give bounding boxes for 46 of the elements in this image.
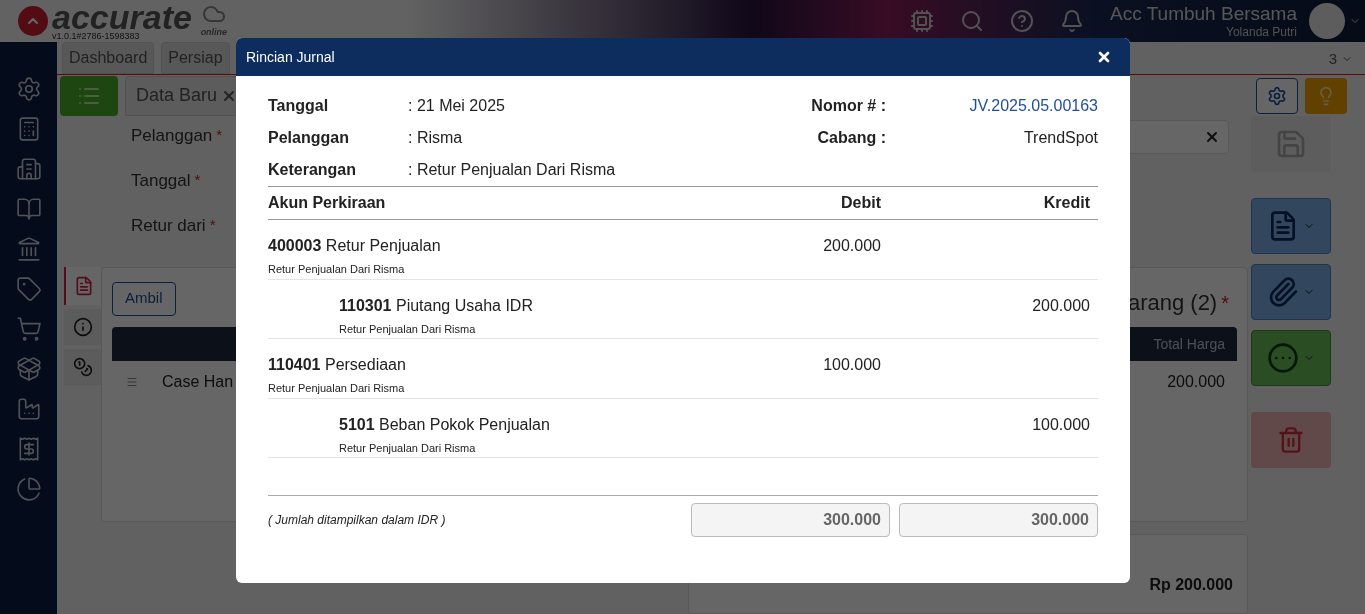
required-mark: * (194, 170, 201, 191)
user-name: Yolanda Putri (1226, 25, 1297, 41)
required-mark: * (209, 215, 216, 236)
field-label: Tanggal (131, 169, 191, 192)
field-label: Retur dari (131, 214, 206, 237)
info-label: Tanggal (268, 96, 330, 116)
column-header: Total Harga (1153, 334, 1225, 354)
account-name: 110401 Persediaan (268, 355, 407, 375)
info-label: Pelanggan (268, 128, 350, 148)
debit-amount: 100.000 (822, 355, 881, 375)
required-mark: * (216, 125, 223, 146)
currency-note: ( Jumlah ditampilkan dalam IDR ) (268, 512, 446, 529)
dialog-title: Rincian Jurnal (246, 47, 335, 67)
table-cell-text: Case Han (162, 372, 234, 392)
debit-amount: 200.000 (822, 236, 881, 256)
required-mark: * (1221, 290, 1229, 316)
info-label: Cabang : (816, 128, 886, 148)
table-cell-text: 200.000 (1167, 372, 1225, 392)
panel-title: arang (2) (1127, 289, 1218, 317)
account-name: 110301 Piutang Usaha IDR (339, 295, 534, 316)
info-value: : 21 Mei 2025 (408, 96, 505, 116)
info-value: : Risma (408, 128, 463, 148)
total-credit-field: 300.000 (899, 503, 1098, 537)
logo-text: accurate (52, 1, 192, 32)
tab-label: Data Baru (136, 84, 218, 107)
total-debit-field: 300.000 (691, 503, 890, 537)
column-header: Akun Perkiraan (268, 193, 387, 213)
version-text: v1.0.1#2786-1598383 (52, 31, 141, 41)
account-name: 5101 Beban Pokok Penjualan (339, 414, 551, 435)
info-label: Nomor # : (810, 96, 886, 116)
company-name: Acc Tumbuh Bersama (1110, 1, 1297, 26)
column-header: Kredit (1042, 193, 1091, 213)
info-label: Keterangan (268, 160, 358, 180)
grand-total: Rp 200.000 (1149, 575, 1233, 595)
column-header: Debit (840, 193, 881, 213)
field-label: Pelanggan (131, 124, 213, 147)
account-note: Retur Penjualan Dari Risma (268, 262, 406, 277)
account-note: Retur Penjualan Dari Risma (339, 321, 477, 337)
info-value: : Retur Penjualan Dari Risma (408, 160, 616, 180)
credit-amount: 100.000 (1031, 414, 1091, 435)
info-value: TrendSpot (1022, 128, 1098, 148)
logo-subtext: online (200, 26, 228, 40)
account-name: 400003 Retur Penjualan (268, 236, 442, 256)
account-note: Retur Penjualan Dari Risma (339, 440, 477, 456)
credit-amount: 200.000 (1031, 295, 1091, 316)
account-note: Retur Penjualan Dari Risma (268, 381, 406, 396)
